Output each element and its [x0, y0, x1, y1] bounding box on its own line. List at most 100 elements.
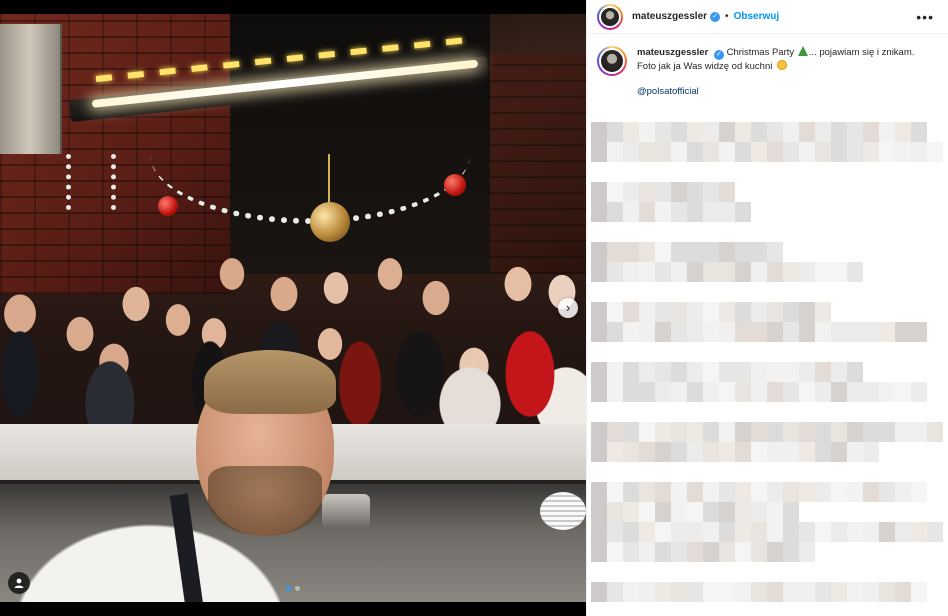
- verified-badge-icon: ✓: [713, 50, 724, 60]
- pixel-block: [847, 122, 863, 142]
- red-bauble: [444, 174, 466, 196]
- carousel-dot: [286, 586, 291, 591]
- pixel-block: [751, 442, 767, 462]
- carousel-indicator: [0, 586, 586, 592]
- pixel-block: [735, 502, 751, 522]
- pixelated-comment-row: [591, 542, 815, 562]
- pixel-block: [751, 502, 767, 522]
- pixel-block: [799, 302, 815, 322]
- pixel-block: [783, 522, 799, 542]
- pixelated-comment-row: [591, 582, 927, 602]
- pixel-block: [815, 582, 831, 602]
- follow-button[interactable]: Obserwuj: [734, 11, 780, 22]
- pixel-block: [591, 522, 607, 542]
- pixel-block: [671, 202, 687, 222]
- pixel-block: [607, 422, 623, 442]
- pixel-block: [879, 522, 895, 542]
- pixel-block: [607, 202, 623, 222]
- pixel-block: [895, 522, 911, 542]
- pixel-block: [847, 582, 863, 602]
- pixel-block: [687, 502, 703, 522]
- post-header: mateuszgessler ✓ • Obserwuj •••: [587, 0, 948, 34]
- pixel-block: [671, 302, 687, 322]
- pixel-block: [735, 242, 751, 262]
- pixel-block: [767, 122, 783, 142]
- header-username[interactable]: mateuszgessler: [632, 11, 707, 22]
- pixel-block: [911, 482, 927, 502]
- pixel-block: [655, 382, 671, 402]
- pixel-block: [591, 422, 607, 442]
- selfie-beard: [208, 466, 322, 536]
- profile-avatar-icon[interactable]: [597, 3, 623, 30]
- pixelated-comment-row: [591, 322, 927, 342]
- pixel-block: [879, 382, 895, 402]
- pixel-block: [655, 202, 671, 222]
- pixel-block: [607, 482, 623, 502]
- pixel-block: [735, 382, 751, 402]
- pixel-block: [783, 482, 799, 502]
- pixel-block: [623, 302, 639, 322]
- pixel-block: [639, 242, 655, 262]
- pixel-block: [623, 182, 639, 202]
- pixel-block: [719, 122, 735, 142]
- profile-avatar-icon[interactable]: [597, 46, 627, 76]
- pixel-block: [863, 122, 879, 142]
- pixel-block: [815, 482, 831, 502]
- christmas-tree-emoji-icon: [797, 46, 808, 56]
- pixel-block: [735, 442, 751, 462]
- next-media-button[interactable]: ›: [558, 298, 578, 318]
- pixel-block: [895, 122, 911, 142]
- pixel-block: [687, 442, 703, 462]
- pixel-block: [895, 322, 911, 342]
- pixel-block: [799, 322, 815, 342]
- pixel-block: [815, 422, 831, 442]
- pixel-block: [671, 362, 687, 382]
- pixel-block: [735, 202, 751, 222]
- pixel-block: [655, 442, 671, 462]
- pixel-block: [623, 242, 639, 262]
- pixelated-comment-row: [591, 262, 863, 282]
- pixel-block: [879, 122, 895, 142]
- pixel-block: [639, 362, 655, 382]
- mention-link[interactable]: @polsatofficial: [637, 85, 937, 98]
- pixel-block: [623, 122, 639, 142]
- pixel-block: [703, 362, 719, 382]
- pixel-block: [735, 422, 751, 442]
- pixel-block: [591, 262, 607, 282]
- pixel-block: [703, 382, 719, 402]
- pixel-block: [607, 242, 623, 262]
- pixel-block: [719, 542, 735, 562]
- pixel-block: [671, 262, 687, 282]
- pixel-block: [591, 542, 607, 562]
- post-media[interactable]: ›: [0, 0, 586, 616]
- pixel-block: [671, 582, 687, 602]
- verified-badge-icon: ✓: [710, 11, 721, 22]
- caption-username[interactable]: mateuszgessler: [637, 47, 708, 58]
- pixel-block: [639, 522, 655, 542]
- pixel-block: [623, 362, 639, 382]
- pixel-block: [783, 422, 799, 442]
- pixel-block: [751, 122, 767, 142]
- pixel-block: [607, 362, 623, 382]
- pixel-block: [687, 522, 703, 542]
- pixel-block: [735, 142, 751, 162]
- pixel-block: [639, 122, 655, 142]
- pixel-block: [655, 522, 671, 542]
- pixel-block: [847, 522, 863, 542]
- pixel-block: [863, 382, 879, 402]
- pixel-block: [703, 502, 719, 522]
- pixel-block: [735, 302, 751, 322]
- more-options-icon[interactable]: •••: [916, 9, 938, 25]
- pixel-block: [799, 142, 815, 162]
- pixel-block: [751, 382, 767, 402]
- pixel-block: [639, 262, 655, 282]
- pixel-block: [751, 362, 767, 382]
- pixel-block: [927, 522, 943, 542]
- pixel-block: [815, 302, 831, 322]
- pixel-block: [751, 422, 767, 442]
- pixelated-comments: [587, 116, 948, 616]
- pixel-block: [703, 202, 719, 222]
- pixel-block: [623, 322, 639, 342]
- pixel-block: [799, 482, 815, 502]
- pixel-block: [831, 382, 847, 402]
